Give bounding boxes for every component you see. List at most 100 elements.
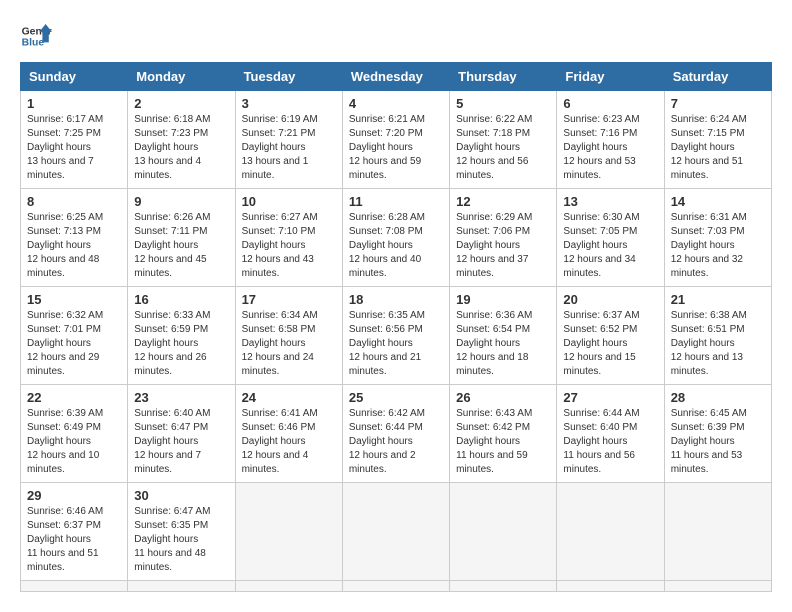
day-info: Sunrise: 6:23 AMSunset: 7:16 PMDaylight … [563, 113, 657, 183]
weekday-header-friday: Friday [557, 63, 664, 91]
calendar-cell: 17 Sunrise: 6:34 AMSunset: 6:58 PMDayligh… [235, 287, 342, 385]
day-number: 25 [349, 390, 443, 405]
day-info: Sunrise: 6:18 AMSunset: 7:23 PMDaylight … [134, 113, 228, 183]
calendar-cell: 23 Sunrise: 6:40 AMSunset: 6:47 PMDayligh… [128, 385, 235, 483]
calendar-cell: 10 Sunrise: 6:27 AMSunset: 7:10 PMDayligh… [235, 189, 342, 287]
calendar-cell [450, 581, 557, 592]
day-info: Sunrise: 6:26 AMSunset: 7:11 PMDaylight … [134, 211, 228, 281]
day-info: Sunrise: 6:21 AMSunset: 7:20 PMDaylight … [349, 113, 443, 183]
day-info: Sunrise: 6:35 AMSunset: 6:56 PMDaylight … [349, 309, 443, 379]
page-header: General Blue [20, 20, 772, 52]
day-info: Sunrise: 6:45 AMSunset: 6:39 PMDaylight … [671, 407, 765, 477]
day-info: Sunrise: 6:19 AMSunset: 7:21 PMDaylight … [242, 113, 336, 183]
calendar-cell [342, 581, 449, 592]
calendar-week-row: 22 Sunrise: 6:39 AMSunset: 6:49 PMDayligh… [21, 385, 772, 483]
day-number: 10 [242, 194, 336, 209]
day-number: 1 [27, 96, 121, 111]
calendar-cell: 9Sunrise: 6:26 AMSunset: 7:11 PMDaylight… [128, 189, 235, 287]
day-number: 2 [134, 96, 228, 111]
day-info: Sunrise: 6:40 AMSunset: 6:47 PMDaylight … [134, 407, 228, 477]
day-number: 23 [134, 390, 228, 405]
calendar-cell [664, 581, 771, 592]
calendar-cell: 14 Sunrise: 6:31 AMSunset: 7:03 PMDayligh… [664, 189, 771, 287]
day-info: Sunrise: 6:34 AMSunset: 6:58 PMDaylight … [242, 309, 336, 379]
weekday-header-wednesday: Wednesday [342, 63, 449, 91]
day-number: 15 [27, 292, 121, 307]
day-info: Sunrise: 6:37 AMSunset: 6:52 PMDaylight … [563, 309, 657, 379]
day-info: Sunrise: 6:44 AMSunset: 6:40 PMDaylight … [563, 407, 657, 477]
day-info: Sunrise: 6:27 AMSunset: 7:10 PMDaylight … [242, 211, 336, 281]
calendar-cell: 6 Sunrise: 6:23 AMSunset: 7:16 PMDaylight… [557, 91, 664, 189]
day-number: 22 [27, 390, 121, 405]
day-info: Sunrise: 6:30 AMSunset: 7:05 PMDaylight … [563, 211, 657, 281]
day-info: Sunrise: 6:41 AMSunset: 6:46 PMDaylight … [242, 407, 336, 477]
day-info: Sunrise: 6:33 AMSunset: 6:59 PMDaylight … [134, 309, 228, 379]
day-number: 27 [563, 390, 657, 405]
calendar-week-row: 8Sunrise: 6:25 AMSunset: 7:13 PMDaylight… [21, 189, 772, 287]
calendar-cell: 29Sunrise: 6:46 AMSunset: 6:37 PMDayligh… [21, 483, 128, 581]
day-number: 7 [671, 96, 765, 111]
calendar-cell [557, 483, 664, 581]
calendar-cell: 27 Sunrise: 6:44 AMSunset: 6:40 PMDayligh… [557, 385, 664, 483]
calendar-cell [235, 581, 342, 592]
calendar-cell: 20 Sunrise: 6:37 AMSunset: 6:52 PMDayligh… [557, 287, 664, 385]
day-number: 6 [563, 96, 657, 111]
calendar-week-row [21, 581, 772, 592]
calendar-cell: 1Sunrise: 6:17 AMSunset: 7:25 PMDaylight… [21, 91, 128, 189]
day-number: 5 [456, 96, 550, 111]
calendar-cell [450, 483, 557, 581]
calendar-cell: 22 Sunrise: 6:39 AMSunset: 6:49 PMDayligh… [21, 385, 128, 483]
calendar-cell: 28 Sunrise: 6:45 AMSunset: 6:39 PMDayligh… [664, 385, 771, 483]
calendar-week-row: 1Sunrise: 6:17 AMSunset: 7:25 PMDaylight… [21, 91, 772, 189]
day-number: 24 [242, 390, 336, 405]
day-info: Sunrise: 6:42 AMSunset: 6:44 PMDaylight … [349, 407, 443, 477]
logo-icon: General Blue [20, 20, 52, 52]
weekday-header-saturday: Saturday [664, 63, 771, 91]
calendar-week-row: 29Sunrise: 6:46 AMSunset: 6:37 PMDayligh… [21, 483, 772, 581]
day-number: 12 [456, 194, 550, 209]
day-info: Sunrise: 6:39 AMSunset: 6:49 PMDaylight … [27, 407, 121, 477]
day-info: Sunrise: 6:25 AMSunset: 7:13 PMDaylight … [27, 211, 121, 281]
day-number: 13 [563, 194, 657, 209]
day-number: 18 [349, 292, 443, 307]
calendar-cell: 11Sunrise: 6:28 AMSunset: 7:08 PMDayligh… [342, 189, 449, 287]
calendar-cell: 25 Sunrise: 6:42 AMSunset: 6:44 PMDayligh… [342, 385, 449, 483]
day-info: Sunrise: 6:38 AMSunset: 6:51 PMDaylight … [671, 309, 765, 379]
calendar-week-row: 15 Sunrise: 6:32 AMSunset: 7:01 PMDayligh… [21, 287, 772, 385]
weekday-header-row: SundayMondayTuesdayWednesdayThursdayFrid… [21, 63, 772, 91]
calendar-cell: 26 Sunrise: 6:43 AMSunset: 6:42 PMDayligh… [450, 385, 557, 483]
calendar-cell: 21 Sunrise: 6:38 AMSunset: 6:51 PMDayligh… [664, 287, 771, 385]
calendar-cell: 2 Sunrise: 6:18 AMSunset: 7:23 PMDaylight… [128, 91, 235, 189]
day-info: Sunrise: 6:22 AMSunset: 7:18 PMDaylight … [456, 113, 550, 183]
day-info: Sunrise: 6:31 AMSunset: 7:03 PMDaylight … [671, 211, 765, 281]
calendar-cell: 5 Sunrise: 6:22 AMSunset: 7:18 PMDaylight… [450, 91, 557, 189]
day-number: 21 [671, 292, 765, 307]
weekday-header-sunday: Sunday [21, 63, 128, 91]
day-number: 28 [671, 390, 765, 405]
day-info: Sunrise: 6:29 AMSunset: 7:06 PMDaylight … [456, 211, 550, 281]
day-number: 20 [563, 292, 657, 307]
calendar-cell [128, 581, 235, 592]
weekday-header-thursday: Thursday [450, 63, 557, 91]
calendar-cell: 12 Sunrise: 6:29 AMSunset: 7:06 PMDayligh… [450, 189, 557, 287]
day-info: Sunrise: 6:46 AMSunset: 6:37 PMDaylight … [27, 505, 121, 575]
day-number: 17 [242, 292, 336, 307]
day-info: Sunrise: 6:36 AMSunset: 6:54 PMDaylight … [456, 309, 550, 379]
svg-text:Blue: Blue [22, 38, 45, 49]
day-number: 16 [134, 292, 228, 307]
calendar-cell [342, 483, 449, 581]
day-info: Sunrise: 6:32 AMSunset: 7:01 PMDaylight … [27, 309, 121, 379]
day-info: Sunrise: 6:43 AMSunset: 6:42 PMDaylight … [456, 407, 550, 477]
calendar-cell: 19Sunrise: 6:36 AMSunset: 6:54 PMDayligh… [450, 287, 557, 385]
weekday-header-monday: Monday [128, 63, 235, 91]
calendar-cell: 13 Sunrise: 6:30 AMSunset: 7:05 PMDayligh… [557, 189, 664, 287]
day-number: 26 [456, 390, 550, 405]
calendar-cell: 3Sunrise: 6:19 AMSunset: 7:21 PMDaylight… [235, 91, 342, 189]
day-number: 11 [349, 194, 443, 209]
day-number: 14 [671, 194, 765, 209]
calendar-cell: 4Sunrise: 6:21 AMSunset: 7:20 PMDaylight… [342, 91, 449, 189]
calendar-cell: 8Sunrise: 6:25 AMSunset: 7:13 PMDaylight… [21, 189, 128, 287]
day-info: Sunrise: 6:47 AMSunset: 6:35 PMDaylight … [134, 505, 228, 575]
day-number: 30 [134, 488, 228, 503]
calendar-cell: 16 Sunrise: 6:33 AMSunset: 6:59 PMDayligh… [128, 287, 235, 385]
